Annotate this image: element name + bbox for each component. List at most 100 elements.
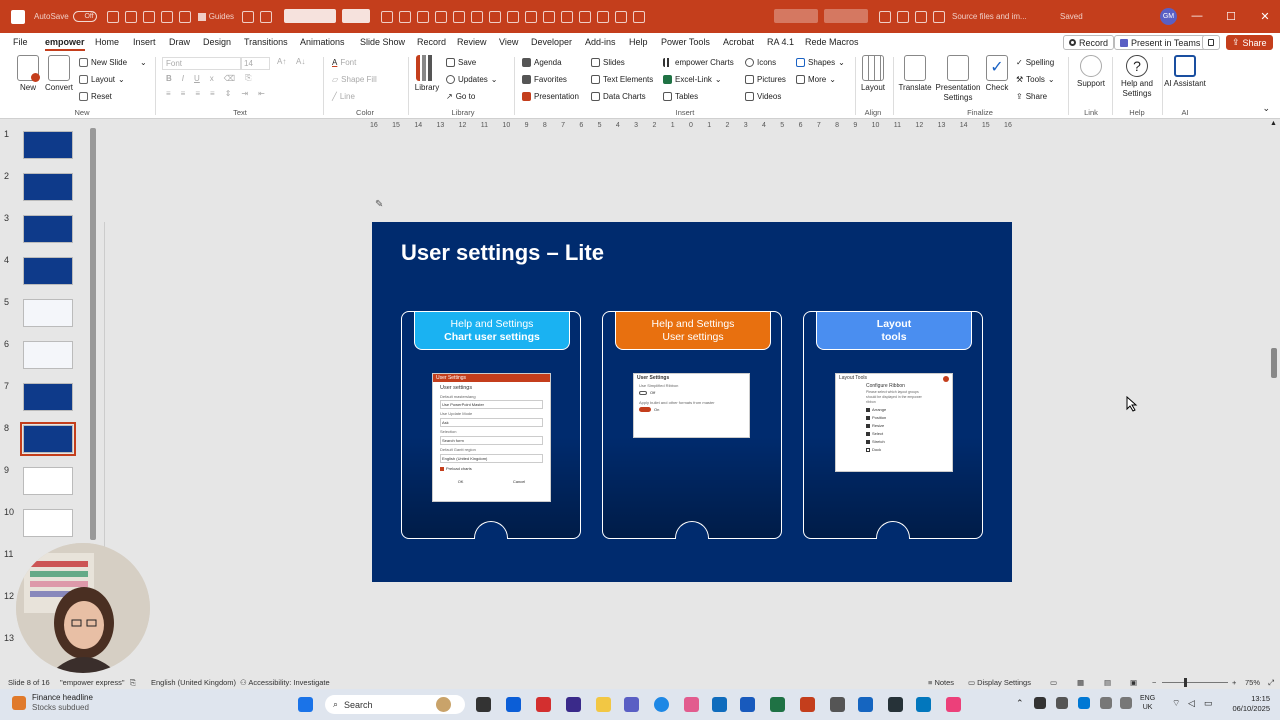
tab-design[interactable]: Design	[203, 37, 231, 47]
spacing-icon[interactable]: ⇕	[225, 89, 232, 98]
tools-dropdown[interactable]: ⚒ Tools ⌄	[1016, 75, 1055, 84]
tab-review[interactable]: Review	[457, 37, 487, 47]
record-button[interactable]: Record	[1063, 35, 1115, 50]
slide-thumbnail[interactable]	[23, 257, 73, 285]
user-avatar[interactable]: GM	[1160, 8, 1177, 25]
scroll-up-icon[interactable]: ▲	[1270, 120, 1278, 127]
share-ribbon-button[interactable]: ⇪ Share	[1016, 92, 1047, 101]
tables-button[interactable]: Tables	[663, 92, 698, 101]
thumbnail-scrollbar[interactable]	[90, 128, 96, 540]
justify-icon[interactable]: ≡	[210, 89, 215, 98]
zoom-thumb[interactable]	[1184, 678, 1187, 687]
settings-card[interactable]: Layout tools Layout Tools Configure Ribbo…	[803, 311, 983, 539]
zoom-slider[interactable]	[1162, 678, 1228, 687]
icons-button[interactable]: Icons	[745, 58, 776, 67]
spellcheck-icon[interactable]: ⎘	[130, 678, 136, 688]
goto-button[interactable]: ↗ Go to	[446, 92, 475, 101]
slide-thumbnail[interactable]	[23, 467, 73, 495]
font-color-button[interactable]: A Font	[332, 58, 356, 67]
tray-icon[interactable]	[1034, 697, 1046, 709]
fit-slide-icon[interactable]: ⤢	[1268, 678, 1274, 688]
font-shrink-icon[interactable]: A↓	[296, 57, 305, 66]
slide-sorter-icon[interactable]: ▦	[1077, 678, 1084, 687]
accessibility-status[interactable]: ⚇ Accessibility: Investigate	[240, 678, 330, 687]
volume-icon[interactable]: ◁	[1188, 698, 1195, 709]
group-icon[interactable]	[507, 10, 519, 23]
clear-format-icon[interactable]: ⌫	[224, 74, 235, 83]
shape-icon[interactable]	[489, 10, 501, 23]
excel-link-button[interactable]: Excel-Link ⌄	[663, 75, 722, 84]
tray-icon[interactable]	[1056, 697, 1068, 709]
slideshow-icon[interactable]: ▣	[1130, 678, 1137, 687]
tab-add-ins[interactable]: Add-ins	[585, 37, 616, 47]
edge-dev-icon[interactable]	[506, 697, 521, 712]
maximize-icon[interactable]: ☐	[1224, 10, 1238, 23]
tab-file[interactable]: File	[13, 37, 28, 47]
slide-canvas[interactable]: User settings – Lite Help and Settings Ch…	[372, 222, 1012, 582]
save-button[interactable]: Save	[446, 58, 476, 67]
support-button[interactable]: Support	[1074, 55, 1108, 89]
font-grow-icon[interactable]: A↑	[277, 57, 286, 66]
height-box[interactable]: 10.2 cm	[824, 9, 868, 23]
font-size-box[interactable]	[342, 9, 370, 23]
videos-button[interactable]: Videos	[745, 92, 781, 101]
presentation-button[interactable]: Presentation	[522, 92, 579, 101]
rotate-icon[interactable]	[633, 10, 645, 23]
grid-icon[interactable]	[178, 10, 191, 23]
tab-acrobat[interactable]: Acrobat	[723, 37, 754, 47]
close-icon[interactable]: ✕	[1258, 10, 1272, 23]
comments-button[interactable]	[1202, 35, 1220, 50]
format-painter-icon[interactable]: ⎘	[245, 73, 251, 83]
save-icon[interactable]	[106, 10, 119, 23]
new-button[interactable]: New	[14, 55, 42, 93]
check-button[interactable]: ✓ Check	[984, 55, 1010, 93]
excel-icon[interactable]	[770, 697, 785, 712]
notes-button[interactable]: ≡ Notes	[928, 678, 954, 687]
word-icon[interactable]	[740, 697, 755, 712]
favorites-button[interactable]: Favorites	[522, 75, 567, 84]
tray-chevron-icon[interactable]: ⌃	[1016, 698, 1024, 709]
zoom-level[interactable]: 75%	[1245, 678, 1260, 687]
tab-animations[interactable]: Animations	[300, 37, 345, 47]
weather-widget[interactable]: Finance headline Stocks subdued	[12, 693, 93, 713]
tray-icon[interactable]	[1100, 697, 1112, 709]
search-box[interactable]: Source files and im...	[952, 0, 1027, 33]
ai-assistant-button[interactable]: AI Assistant	[1164, 55, 1206, 89]
outdent-icon[interactable]: ⇤	[258, 89, 265, 98]
updates-button[interactable]: Updates ⌄	[446, 75, 498, 84]
shape-fill-button[interactable]: ▱ Shape Fill	[332, 75, 377, 84]
library-button[interactable]: Library	[413, 55, 441, 93]
settings-card[interactable]: Help and Settings Chart user settings Use…	[401, 311, 581, 539]
tab-record[interactable]: Record	[417, 37, 446, 47]
spelling-button[interactable]: ✓ Spelling	[1016, 58, 1054, 67]
distribute-icon[interactable]	[579, 10, 591, 23]
normal-view-icon[interactable]: ▭	[1050, 678, 1057, 687]
designer-ideas-icon[interactable]: ✎	[375, 199, 389, 213]
lock-icon[interactable]	[879, 10, 891, 23]
line-color-icon[interactable]	[435, 10, 447, 23]
italic-icon[interactable]: I	[182, 74, 184, 83]
app-icon[interactable]	[888, 697, 903, 712]
wifi-icon[interactable]: ⌔	[1172, 698, 1180, 709]
present-icon[interactable]	[160, 10, 173, 23]
microphone-icon[interactable]	[1120, 697, 1132, 709]
layout-button[interactable]: Layout	[859, 55, 887, 93]
align-icon[interactable]	[471, 10, 483, 23]
slide-thumbnail[interactable]	[23, 299, 73, 327]
font-name-box[interactable]	[284, 9, 336, 23]
settings-icon[interactable]	[830, 697, 845, 712]
font-color-icon[interactable]	[399, 10, 411, 23]
font-name-dropdown[interactable]: Font	[162, 57, 242, 70]
teams-icon[interactable]	[624, 697, 639, 712]
app-icon[interactable]	[858, 697, 873, 712]
more-dropdown[interactable]: More ⌄	[796, 75, 836, 84]
onedrive-icon[interactable]	[1078, 697, 1090, 709]
language-indicator[interactable]: ENG UK	[1140, 694, 1155, 712]
translate-button[interactable]: Translate	[897, 55, 933, 93]
start-icon[interactable]	[298, 697, 313, 712]
slide-thumbnail[interactable]	[23, 509, 73, 537]
shapes-dropdown[interactable]: Shapes ⌄	[796, 58, 845, 67]
tab-insert[interactable]: Insert	[133, 37, 156, 47]
collapse-ribbon-icon[interactable]: ⌄	[1262, 103, 1270, 114]
guides-toggle[interactable]: Guides	[197, 12, 234, 21]
